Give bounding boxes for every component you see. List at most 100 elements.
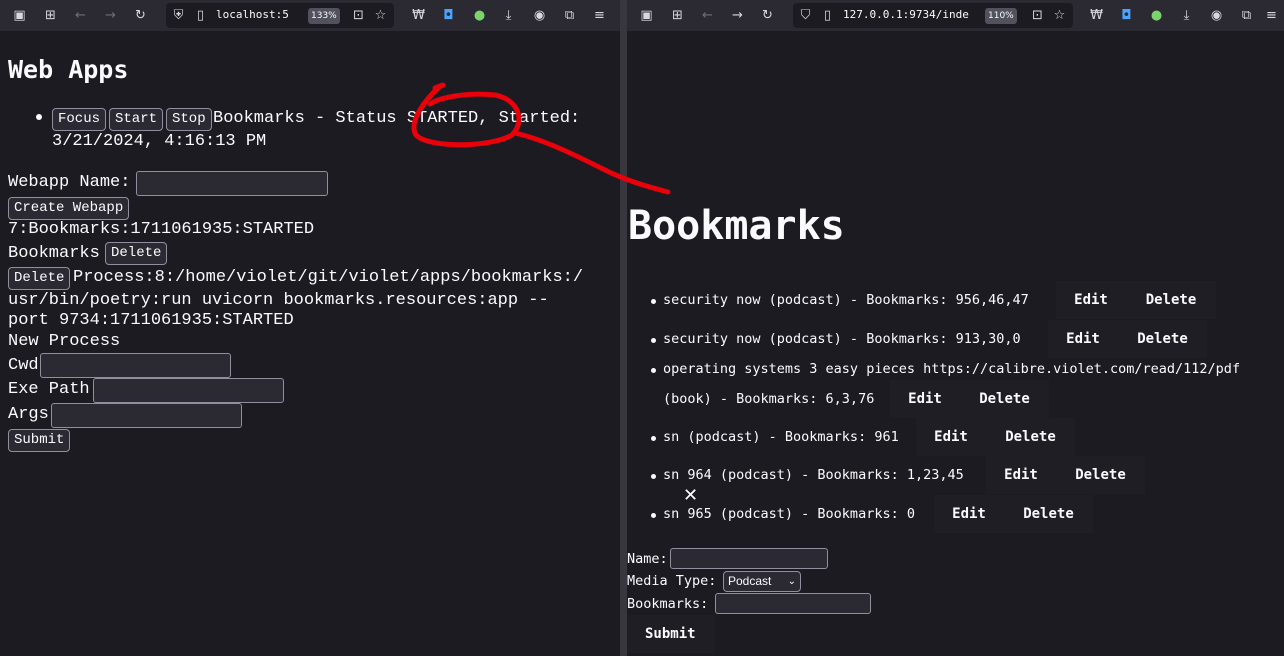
list-bullet [36, 114, 42, 120]
extension-v2-icon[interactable]: ◉ [531, 7, 548, 24]
mouse-cursor-icon: ✕ [683, 485, 699, 506]
left-browser-window: ▣ ⊞ ← → ↻ ⛨ ▯ localhost:5 133% ⊡ ☆ ₩ ◘ ●… [0, 0, 620, 656]
sidebar-icon[interactable]: ▣ [638, 7, 655, 24]
shield-icon[interactable]: ⛉ [797, 7, 814, 24]
menu-icon[interactable]: ≡ [591, 7, 608, 24]
reader-view-icon[interactable]: ⊡ [1029, 7, 1046, 24]
bookmark-item-text-cont: (book) - Bookmarks: 6,3,76 [663, 391, 875, 407]
sidebar-icon[interactable]: ▣ [11, 7, 28, 24]
right-url-text: 127.0.0.1:9734/inde [843, 8, 969, 21]
list-bullet [651, 513, 656, 518]
tab-view-icon[interactable]: ⊞ [669, 7, 686, 24]
zoom-level[interactable]: 110% [985, 8, 1017, 24]
bookmark-item-text: sn 964 (podcast) - Bookmarks: 1,23,45 [663, 467, 964, 483]
left-page: Web Apps Focus Start Stop Bookmarks - St… [0, 31, 620, 656]
create-webapp-button[interactable]: Create Webapp [8, 197, 130, 220]
list-bullet [651, 299, 656, 304]
extensions-icon[interactable]: ⧉ [561, 7, 578, 24]
extension-v2-icon[interactable]: ◉ [1208, 7, 1225, 24]
extension-d-icon[interactable]: ◘ [440, 7, 457, 24]
edit-button[interactable]: Edit [934, 495, 1004, 533]
reload-icon[interactable]: ↻ [132, 7, 149, 24]
back-icon[interactable]: ← [72, 7, 89, 24]
extension-v-icon[interactable]: ● [471, 7, 488, 24]
process-line-1: Process:8:/home/violet/git/violet/apps/b… [73, 268, 584, 287]
name-input[interactable] [670, 548, 828, 569]
list-bullet [651, 338, 656, 343]
left-url-bar[interactable]: ⛨ ▯ localhost:5 133% ⊡ ☆ [166, 3, 394, 28]
tab-view-icon[interactable]: ⊞ [42, 7, 59, 24]
stop-button[interactable]: Stop [166, 108, 212, 131]
delete-button[interactable]: Delete [1004, 495, 1093, 533]
delete-button[interactable]: Delete [1126, 281, 1216, 319]
reader-view-icon[interactable]: ⊡ [350, 7, 367, 24]
media-type-value: Podcast [728, 574, 772, 588]
exe-path-input[interactable] [93, 378, 284, 403]
delete-button[interactable]: Delete [986, 418, 1075, 456]
downloads-icon[interactable]: ⤓ [500, 7, 517, 24]
delete-button[interactable]: Delete [960, 380, 1049, 418]
list-bullet [651, 368, 656, 373]
menu-icon[interactable]: ≡ [1263, 7, 1280, 24]
extension-d-icon[interactable]: ◘ [1118, 7, 1135, 24]
app-status-text: Bookmarks - Status STARTED, Started: [213, 109, 581, 128]
args-input[interactable] [51, 403, 242, 428]
tracking-protection-icon[interactable]: ⛨ [170, 7, 187, 24]
cwd-input[interactable] [40, 353, 231, 378]
webapp-record: 7:Bookmarks:1711061935:STARTED [8, 220, 315, 239]
right-page: Bookmarks security now (podcast) - Bookm… [627, 31, 1284, 656]
edit-button[interactable]: Edit [986, 456, 1056, 494]
submit-process-button[interactable]: Submit [8, 429, 71, 452]
edit-button[interactable]: Edit [890, 380, 960, 418]
webapp-name-input[interactable] [136, 171, 328, 196]
edit-button[interactable]: Edit [1056, 281, 1126, 319]
process-line-2: usr/bin/poetry:run uvicorn bookmarks.res… [8, 291, 549, 310]
chevron-down-icon: ⌄ [787, 576, 796, 587]
extensions-icon[interactable]: ⧉ [1238, 7, 1255, 24]
delete-button[interactable]: Delete [1118, 320, 1207, 358]
list-bullet [651, 436, 656, 441]
window-divider [620, 0, 627, 656]
right-browser-window: ▣ ⊞ ← → ↻ ⛉ ▯ 127.0.0.1:9734/inde 110% ⊡… [627, 0, 1284, 656]
list-bullet [651, 474, 656, 479]
bookmark-item-text: sn 965 (podcast) - Bookmarks: 0 [663, 506, 915, 522]
bookmark-star-icon[interactable]: ☆ [372, 7, 389, 24]
zoom-level[interactable]: 133% [308, 8, 340, 24]
page-info-icon[interactable]: ▯ [192, 7, 209, 24]
bookmarks-input[interactable] [715, 593, 871, 614]
edit-button[interactable]: Edit [1048, 320, 1118, 358]
args-label: Args [8, 405, 49, 424]
start-button[interactable]: Start [109, 108, 164, 131]
right-toolbar: ▣ ⊞ ← → ↻ ⛉ ▯ 127.0.0.1:9734/inde 110% ⊡… [627, 0, 1284, 31]
extension-w-icon[interactable]: ₩ [410, 7, 427, 24]
downloads-icon[interactable]: ⤓ [1178, 7, 1195, 24]
bookmark-item-text: sn (podcast) - Bookmarks: 961 [663, 429, 899, 445]
right-url-bar[interactable]: ⛉ ▯ 127.0.0.1:9734/inde 110% ⊡ ☆ [793, 3, 1073, 28]
bookmark-item-text: security now (podcast) - Bookmarks: 913,… [663, 331, 1021, 347]
delete-webapp-button[interactable]: Delete [105, 242, 168, 265]
submit-button[interactable]: Submit [627, 615, 715, 653]
reload-icon[interactable]: ↻ [759, 7, 776, 24]
name-label: Name: [627, 551, 668, 567]
delete-button[interactable]: Delete [1056, 456, 1145, 494]
edit-button[interactable]: Edit [916, 418, 986, 456]
media-type-select[interactable]: Podcast ⌄ [723, 571, 801, 592]
extension-w-icon[interactable]: ₩ [1088, 7, 1105, 24]
bookmark-item-text: operating systems 3 easy pieces https://… [663, 361, 1241, 377]
extension-v-icon[interactable]: ● [1148, 7, 1165, 24]
left-toolbar: ▣ ⊞ ← → ↻ ⛨ ▯ localhost:5 133% ⊡ ☆ ₩ ◘ ●… [0, 0, 620, 31]
page-title: Web Apps [8, 55, 129, 84]
delete-process-button[interactable]: Delete [8, 267, 71, 290]
bookmarks-label: Bookmarks: [627, 596, 709, 612]
bookmarks-webapp-label: Bookmarks [8, 244, 100, 263]
bookmark-star-icon[interactable]: ☆ [1051, 7, 1068, 24]
focus-button[interactable]: Focus [52, 108, 107, 131]
page-info-icon[interactable]: ▯ [819, 7, 836, 24]
back-icon[interactable]: ← [699, 7, 716, 24]
media-type-label: Media Type: [627, 573, 717, 589]
forward-icon[interactable]: → [729, 7, 746, 24]
forward-icon[interactable]: → [102, 7, 119, 24]
new-process-heading: New Process [8, 332, 121, 351]
exe-path-label: Exe Path [8, 380, 90, 399]
app-started-time: 3/21/2024, 4:16:13 PM [52, 132, 267, 151]
